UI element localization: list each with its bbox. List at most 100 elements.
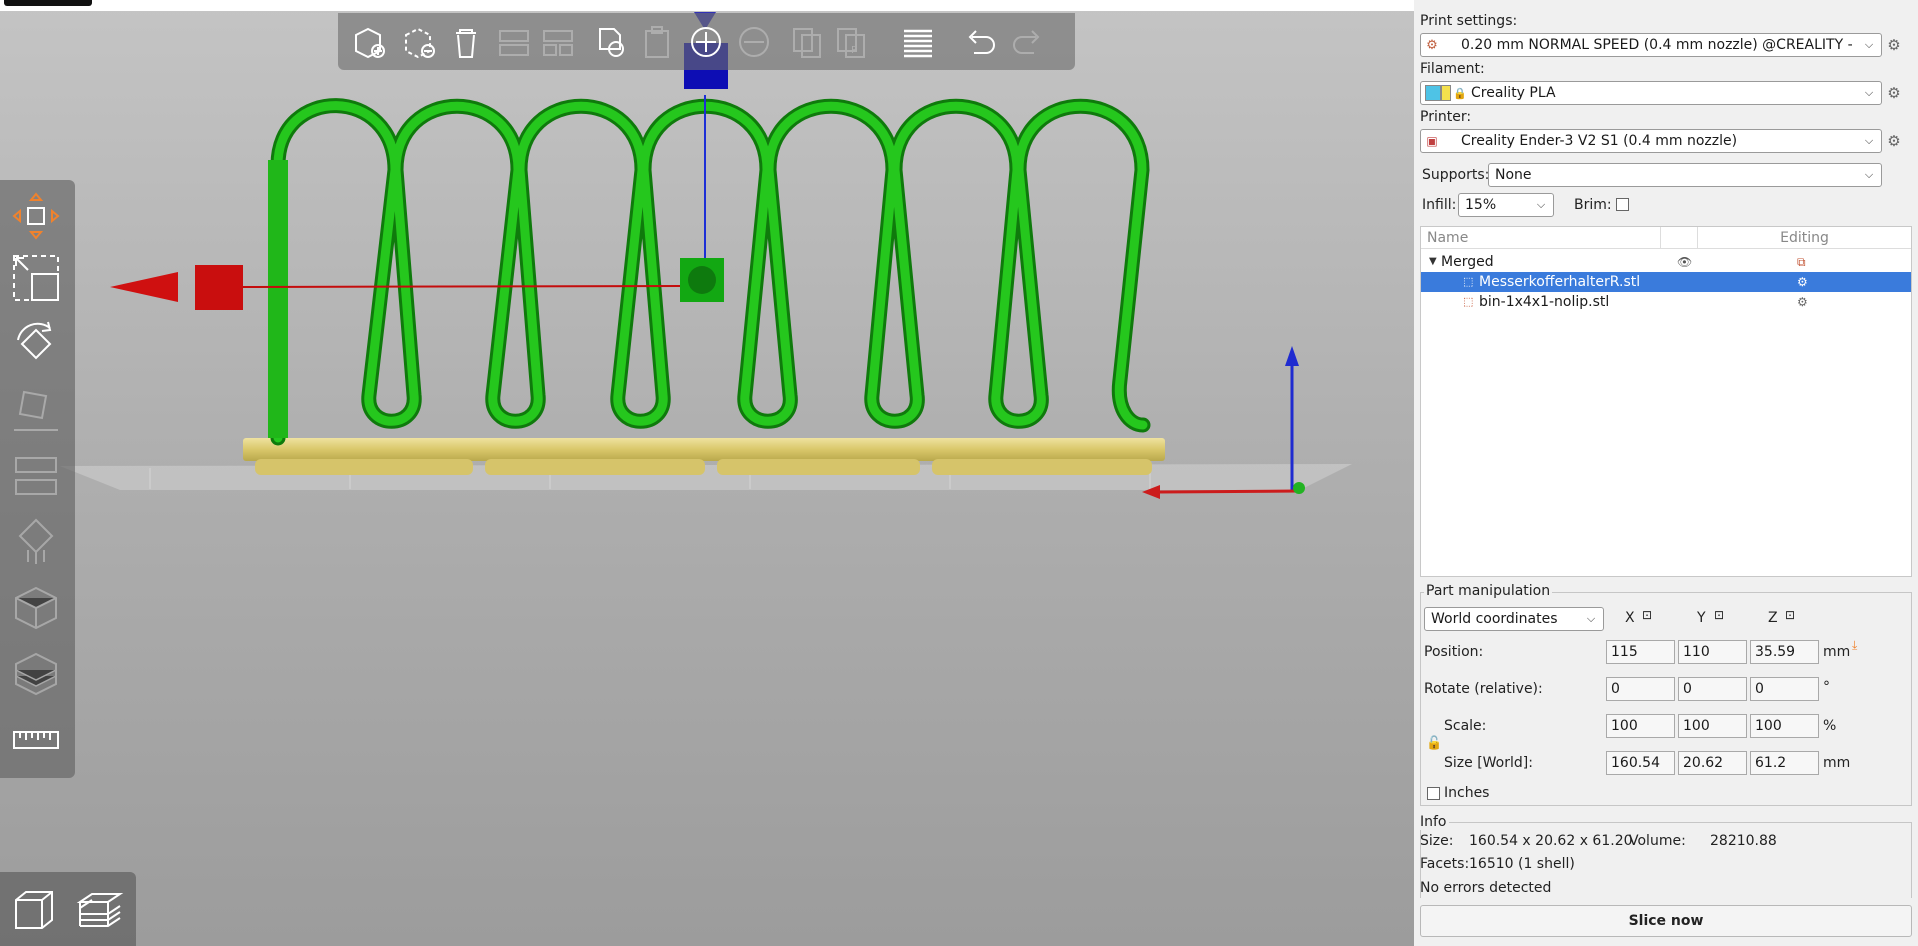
- redo-icon[interactable]: [1008, 23, 1048, 61]
- part-manipulation-title: Part manipulation: [1424, 583, 1553, 599]
- tree-row-part-1[interactable]: ⬚ MesserkofferhalterR.stl ⚙: [1421, 272, 1911, 292]
- top-toolbar: P: [338, 13, 1075, 70]
- filament-edit-icon[interactable]: ⚙: [1886, 85, 1902, 101]
- filament-color-swatch-2: [1441, 85, 1451, 101]
- chevron-down-icon: ⌵: [1864, 86, 1874, 99]
- tree-item-label: Merged: [1441, 254, 1494, 270]
- gizmo-x-handle: [195, 265, 243, 310]
- printer-combo[interactable]: ▣ Creality Ender-3 V2 S1 (0.4 mm nozzle)…: [1420, 129, 1882, 153]
- size-unit: mm: [1823, 755, 1851, 771]
- position-z-input[interactable]: 35.59: [1750, 640, 1819, 664]
- info-size-value: 160.54 x 20.62 x 61.20: [1469, 833, 1633, 849]
- part-settings-icon[interactable]: ⚙: [1797, 292, 1808, 312]
- copy-icon[interactable]: [592, 23, 632, 61]
- drop-to-bed-x-icon[interactable]: ⊡: [1642, 608, 1652, 622]
- scale-label: Scale:: [1444, 718, 1487, 734]
- col-visibility-header[interactable]: [1661, 227, 1698, 249]
- rotate-y-input[interactable]: 0: [1678, 677, 1747, 701]
- supports-value: None: [1495, 167, 1532, 183]
- axis-origin: [1293, 482, 1305, 494]
- measure-tool-icon[interactable]: [8, 712, 64, 768]
- col-name-header[interactable]: Name: [1421, 227, 1661, 249]
- filament-color-swatch: [1425, 85, 1441, 101]
- position-x-input[interactable]: 115: [1606, 640, 1675, 664]
- scale-z-input[interactable]: 100: [1750, 714, 1819, 738]
- support-paint-icon[interactable]: [8, 514, 64, 570]
- arrange-selection-icon[interactable]: [538, 23, 578, 61]
- size-x-input[interactable]: 160.54: [1606, 751, 1675, 775]
- place-on-face-icon[interactable]: [8, 382, 64, 438]
- info-size-label: Size:: [1420, 833, 1454, 849]
- tree-row-merged[interactable]: ▼ Merged 👁 ⧉: [1421, 252, 1911, 272]
- cut-tool-icon[interactable]: [8, 448, 64, 504]
- drop-to-bed-z-icon[interactable]: ⊡: [1785, 608, 1795, 622]
- info-volume-value: 28210.88: [1710, 833, 1777, 849]
- size-label: Size [World]:: [1444, 755, 1533, 771]
- infill-value: 15%: [1465, 197, 1497, 213]
- svg-text:P: P: [851, 45, 857, 56]
- scale-x-input[interactable]: 100: [1606, 714, 1675, 738]
- print-settings-combo[interactable]: ⚙ 0.20 mm NORMAL SPEED (0.4 mm nozzle) @…: [1420, 33, 1882, 57]
- size-y-input[interactable]: 20.62: [1678, 751, 1747, 775]
- delete-all-icon[interactable]: [446, 23, 486, 61]
- inches-label: Inches: [1444, 785, 1490, 801]
- view-mode-bar: [0, 872, 136, 946]
- add-instance-icon[interactable]: [686, 23, 726, 61]
- printer-edit-icon[interactable]: ⚙: [1886, 133, 1902, 149]
- part-icon: ⬚: [1463, 295, 1474, 308]
- chevron-down-icon: ⌵: [1536, 198, 1546, 211]
- scale-tool-icon[interactable]: [8, 250, 64, 306]
- move-tool-icon[interactable]: [8, 188, 64, 244]
- split-parts-icon[interactable]: P: [832, 23, 872, 61]
- rotate-label: Rotate (relative):: [1424, 681, 1543, 697]
- printer-value: Creality Ender-3 V2 S1 (0.4 mm nozzle): [1461, 133, 1738, 149]
- drop-to-bed-y-icon[interactable]: ⊡: [1714, 608, 1724, 622]
- inches-checkbox[interactable]: [1427, 787, 1440, 800]
- eye-icon[interactable]: 👁: [1677, 252, 1692, 272]
- add-part-icon[interactable]: [348, 23, 388, 61]
- tree-row-part-2[interactable]: ⬚ bin-1x4x1-nolip.stl ⚙: [1421, 292, 1911, 312]
- scale-y-input[interactable]: 100: [1678, 714, 1747, 738]
- undo-icon[interactable]: [960, 23, 1000, 61]
- part-settings-icon[interactable]: ⚙: [1797, 272, 1808, 292]
- drop-to-bed-icon[interactable]: ⤓: [1852, 638, 1857, 653]
- rotate-x-input[interactable]: 0: [1606, 677, 1675, 701]
- split-objects-icon[interactable]: [788, 23, 828, 61]
- tree-item-label: MesserkofferhalterR.stl: [1479, 274, 1641, 290]
- gizmo-x-arrow: [110, 272, 178, 302]
- size-z-input[interactable]: 61.2: [1750, 751, 1819, 775]
- preview-view-icon[interactable]: [72, 882, 128, 938]
- slice-now-button[interactable]: Slice now: [1420, 905, 1912, 937]
- infill-combo[interactable]: 15% ⌵: [1458, 193, 1554, 217]
- 3d-view-icon[interactable]: [6, 882, 62, 938]
- supports-combo[interactable]: None ⌵: [1488, 163, 1882, 187]
- left-toolbar: [0, 180, 75, 778]
- 3d-scene-viewport[interactable]: P: [0, 0, 1414, 946]
- remove-instance-icon[interactable]: [734, 23, 774, 61]
- layers-editing-icon[interactable]: [898, 23, 938, 61]
- infill-label: Infill:: [1422, 197, 1457, 213]
- brim-checkbox[interactable]: [1616, 198, 1629, 211]
- info-facets-value: 16510 (1 shell): [1469, 856, 1575, 872]
- axis-z-label: Z: [1768, 610, 1778, 626]
- axis-y-label: Y: [1697, 610, 1706, 626]
- col-editing-header[interactable]: Editing: [1698, 227, 1911, 249]
- coordinate-system-combo[interactable]: World coordinates ⌵: [1424, 607, 1604, 631]
- mmu-paint-icon[interactable]: [8, 646, 64, 702]
- arrange-icon[interactable]: [494, 23, 534, 61]
- settings-edit-icon[interactable]: ⧉: [1797, 252, 1806, 272]
- lock-open-icon[interactable]: 🔓: [1426, 736, 1442, 751]
- expand-triangle-icon[interactable]: ▼: [1429, 252, 1437, 272]
- rotate-z-input[interactable]: 0: [1750, 677, 1819, 701]
- rotate-tool-icon[interactable]: [8, 316, 64, 372]
- lock-icon: 🔒: [1453, 86, 1467, 100]
- position-y-input[interactable]: 110: [1678, 640, 1747, 664]
- print-settings-edit-icon[interactable]: ⚙: [1886, 37, 1902, 53]
- info-facets-label: Facets:: [1420, 856, 1470, 872]
- filament-combo[interactable]: 🔒 Creality PLA ⌵: [1420, 81, 1882, 105]
- delete-part-icon[interactable]: [398, 23, 438, 61]
- chevron-down-icon: ⌵: [1586, 612, 1596, 625]
- seam-paint-icon[interactable]: [8, 580, 64, 636]
- paste-icon[interactable]: [638, 23, 678, 61]
- coord-system-value: World coordinates: [1431, 611, 1558, 627]
